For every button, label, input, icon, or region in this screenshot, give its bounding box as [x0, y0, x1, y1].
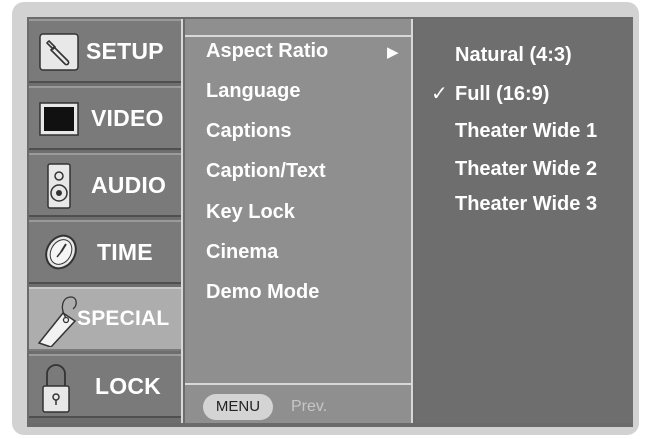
category-label: SPECIAL	[77, 307, 170, 330]
menu-item-captions[interactable]: Captions	[206, 120, 292, 143]
menu-item-demo-mode[interactable]: Demo Mode	[206, 281, 319, 304]
category-special[interactable]: SPECIAL	[29, 287, 181, 351]
prev-hint: Prev.	[291, 398, 328, 415]
speaker-icon	[47, 163, 71, 214]
category-time[interactable]: TIME	[29, 220, 181, 284]
option-natural[interactable]: Natural (4:3)	[455, 44, 572, 67]
menu-item-cinema[interactable]: Cinema	[206, 241, 278, 264]
column-divider	[181, 19, 183, 423]
category-lock[interactable]: LOCK	[29, 354, 181, 418]
category-label: SETUP	[86, 38, 164, 64]
menu-item-caption-text[interactable]: Caption/Text	[206, 160, 326, 183]
menu-top-bar	[185, 19, 411, 37]
category-label: LOCK	[95, 373, 161, 399]
category-audio[interactable]: AUDIO	[29, 153, 181, 217]
check-icon: ✓	[431, 83, 448, 105]
column-divider	[411, 19, 413, 423]
category-label: AUDIO	[91, 172, 167, 198]
option-full[interactable]: Full (16:9)	[455, 83, 549, 106]
category-video[interactable]: VIDEO	[29, 86, 181, 150]
wrench-icon	[39, 33, 79, 76]
tag-icon	[33, 291, 81, 352]
category-label: TIME	[97, 239, 153, 265]
menu-item-language[interactable]: Language	[206, 80, 300, 103]
menu-item-aspect-ratio[interactable]: Aspect Ratio	[206, 40, 328, 63]
category-label: VIDEO	[91, 105, 164, 131]
menu-footer: MENU Prev.	[185, 383, 411, 423]
padlock-icon	[41, 362, 71, 419]
monitor-icon	[39, 102, 79, 141]
option-theater-wide-1[interactable]: Theater Wide 1	[455, 120, 597, 143]
category-setup[interactable]: SETUP	[29, 19, 181, 83]
menu-button[interactable]: MENU	[203, 394, 273, 420]
submenu-arrow-icon: ▶	[387, 44, 399, 61]
option-theater-wide-3[interactable]: Theater Wide 3	[455, 193, 597, 216]
aspect-ratio-options: Natural (4:3) ✓ Full (16:9) Theater Wide…	[415, 19, 633, 423]
clock-icon	[39, 232, 83, 277]
menu-item-key-lock[interactable]: Key Lock	[206, 201, 295, 224]
special-menu: Aspect Ratio ▶ Language Captions Caption…	[185, 19, 411, 423]
option-theater-wide-2[interactable]: Theater Wide 2	[455, 158, 597, 181]
category-column: SETUP VIDEO AUDIO TIME SPECIAL LOCK	[29, 19, 181, 423]
